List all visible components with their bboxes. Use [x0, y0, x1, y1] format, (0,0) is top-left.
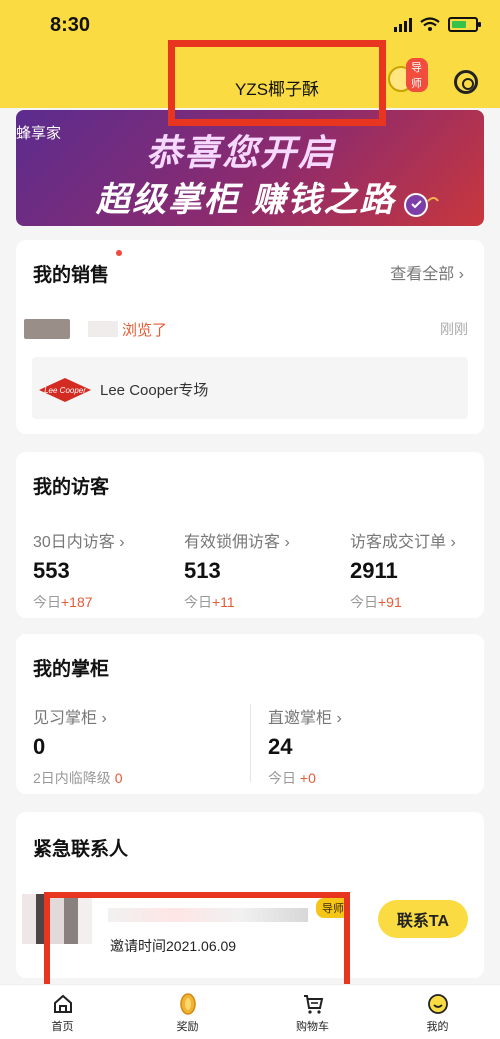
view-all-link[interactable]: 查看全部 › [390, 260, 464, 284]
brand-name: Lee Cooper专场 [100, 382, 209, 399]
home-icon [53, 994, 72, 1013]
wifi-icon [420, 17, 440, 31]
stat-note: 今日 +0 [268, 770, 316, 786]
invite-highlight-box: 邀请时间2021.06.09 [44, 892, 350, 994]
stat-today: 今日+91 [350, 594, 402, 610]
shopkeeper-card: 我的掌柜 见习掌柜 › 0 2日内临降级 0 直邀掌柜 › 24 今日 +0 [16, 634, 484, 794]
svg-text:Lee Cooper: Lee Cooper [44, 386, 86, 395]
banner-subheadline: 超级掌柜 赚钱之路 [96, 181, 396, 219]
banner-headline: 恭喜您开启 [146, 132, 337, 173]
status-time: 8:30 [50, 14, 91, 36]
trainee-shopkeeper-stat[interactable]: 见习掌柜 › 0 2日内临降级 0 [33, 704, 122, 788]
visitors-30day-stat[interactable]: 30日内访客 › 553 今日+187 [33, 528, 125, 612]
stat-label: 直邀掌柜 › [268, 710, 342, 727]
stat-label: 30日内访客 › [33, 534, 125, 551]
sales-title: 我的销售 [33, 265, 110, 286]
tab-home[interactable]: 首页 [0, 985, 125, 1039]
smiley-icon [427, 994, 448, 1014]
blurred-avatar [24, 319, 70, 339]
stat-today: 今日+187 [33, 594, 93, 610]
activity-text: 浏览了 [122, 322, 168, 339]
signal-icon [394, 17, 412, 32]
tab-label: 购物车 [296, 1021, 329, 1033]
visitors-title: 我的访客 [33, 477, 110, 498]
tab-label: 首页 [51, 1021, 74, 1033]
visitors-locked-stat[interactable]: 有效锁佣访客 › 513 今日+11 [184, 528, 290, 612]
tab-me[interactable]: 我的 [375, 985, 500, 1039]
title-highlight-box: YZS椰子酥 [168, 40, 386, 126]
sales-card: 我的销售 查看全部 › 浏览了 刚刚 Lee Cooper Lee Cooper… [16, 240, 484, 434]
tab-cart[interactable]: 购物车 [250, 985, 375, 1039]
stat-label: 访客成交订单 › [350, 534, 456, 551]
stat-value: 24 [268, 734, 293, 759]
stat-value: 513 [184, 558, 221, 583]
stat-value: 2911 [350, 558, 398, 583]
column-divider [250, 704, 251, 782]
cart-icon [303, 995, 323, 1014]
shopkeeper-title: 我的掌柜 [33, 659, 110, 680]
coin-icon [179, 993, 196, 1015]
promo-banner[interactable]: 蜂享家 恭喜您开启 超级掌柜 赚钱之路 [16, 110, 484, 226]
mentor-tag: 导师 [406, 58, 428, 92]
contact-button[interactable]: 联系TA [378, 900, 468, 938]
stat-label: 有效锁佣访客 › [184, 534, 290, 551]
status-icons [394, 17, 481, 32]
stat-today: 今日+11 [184, 594, 235, 610]
tab-label: 奖励 [176, 1021, 199, 1033]
emergency-title: 紧急联系人 [33, 839, 129, 860]
bottom-tab-bar: 首页 奖励 购物车 我的 [0, 984, 500, 1039]
visitors-orders-stat[interactable]: 访客成交订单 › 2911 今日+91 [350, 528, 456, 612]
banner-brand: 蜂享家 [16, 125, 62, 142]
wifi-badge-icon [404, 193, 439, 217]
activity-time: 刚刚 [440, 321, 468, 337]
tab-rewards[interactable]: 奖励 [125, 985, 250, 1039]
stat-label: 见习掌柜 › [33, 710, 107, 727]
visitors-card: 我的访客 30日内访客 › 553 今日+187 有效锁佣访客 › 513 今日… [16, 452, 484, 618]
blurred-username [88, 321, 118, 337]
invite-time: 邀请时间2021.06.09 [110, 938, 237, 954]
page-title: YZS椰子酥 [234, 80, 320, 99]
direct-invite-stat[interactable]: 直邀掌柜 › 24 今日 +0 [268, 704, 342, 788]
stat-value: 553 [33, 558, 70, 583]
mentor-avatar[interactable]: 导师 [384, 58, 428, 102]
stat-note: 2日内临降级 0 [33, 770, 123, 786]
tab-label: 我的 [426, 1021, 449, 1033]
settings-icon[interactable] [454, 70, 478, 94]
notification-dot [116, 250, 122, 256]
battery-icon [448, 17, 481, 32]
lee-cooper-logo: Lee Cooper [39, 378, 91, 402]
brand-item[interactable]: Lee Cooper Lee Cooper专场 [32, 357, 468, 419]
stat-value: 0 [33, 734, 46, 759]
